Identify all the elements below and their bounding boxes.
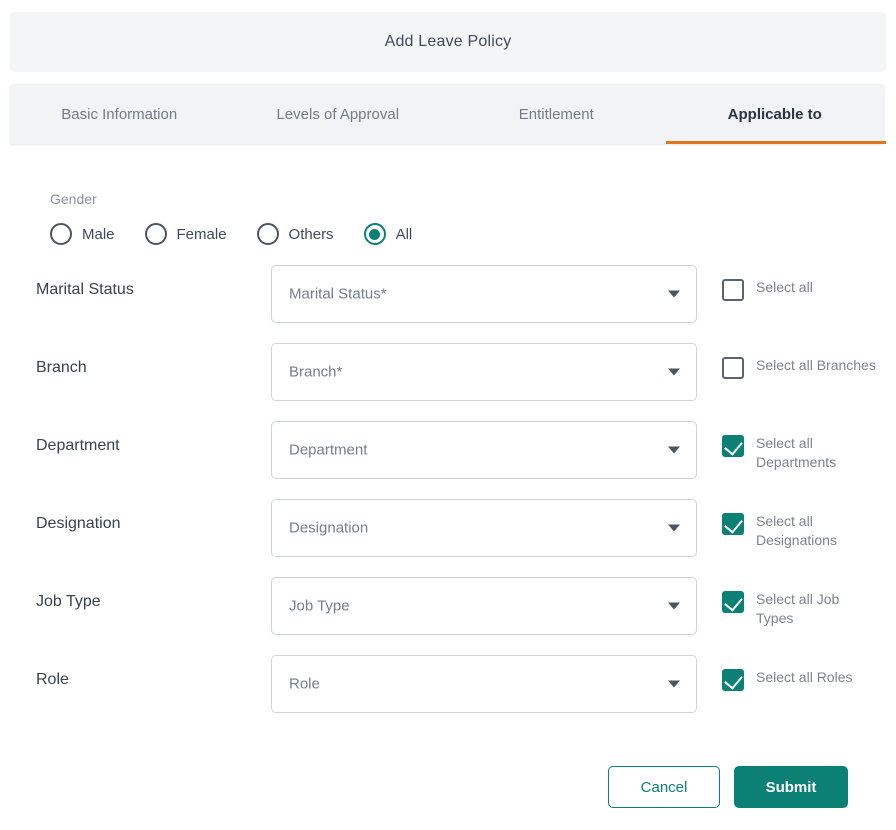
radio-dot-icon [150, 229, 161, 240]
add-leave-policy-dialog: { "header": { "title": "Add Leave Policy… [0, 0, 896, 830]
select-placeholder-designation: Designation [289, 519, 369, 537]
select-all-toggle-marital-status[interactable]: Select all [722, 278, 887, 301]
gender-radio-group: Male Female Others All [50, 223, 442, 245]
gender-radio-female[interactable]: Female [144, 223, 227, 245]
tab-levels-of-approval[interactable]: Levels of Approval [229, 84, 448, 144]
field-label-role: Role [36, 671, 69, 688]
select-all-toggle-role[interactable]: Select all Roles [722, 668, 887, 691]
select-all-toggle-designation[interactable]: Select all Designations [722, 512, 887, 550]
tab-applicable-to[interactable]: Applicable to [665, 84, 886, 144]
gender-radio-label: Others [288, 225, 334, 243]
tab-label: Applicable to [727, 105, 822, 123]
select-all-label-branch: Select all Branches [756, 357, 876, 373]
tab-label: Entitlement [518, 105, 594, 123]
select-designation[interactable]: Designation [271, 499, 697, 557]
field-label-branch: Branch [36, 359, 87, 376]
cancel-button[interactable]: Cancel [608, 766, 720, 808]
dialog-actions: Cancel Submit [608, 766, 848, 808]
select-job-type[interactable]: Job Type [271, 577, 697, 635]
gender-label: Gender [50, 191, 97, 207]
select-all-label-role: Select all Roles [756, 669, 853, 685]
chevron-down-icon [668, 680, 680, 688]
submit-button[interactable]: Submit [734, 766, 848, 808]
criteria-row-marital-status: Marital Status Marital Status* Select all [0, 264, 896, 342]
select-department[interactable]: Department [271, 421, 697, 479]
select-placeholder-branch: Branch* [289, 363, 343, 381]
criteria-row-job-type: Job Type Job Type Select all Job Types [0, 576, 896, 654]
tab-label: Basic Information [61, 105, 178, 123]
select-all-toggle-branch[interactable]: Select all Branches [722, 356, 887, 379]
checkbox-checked-icon[interactable] [722, 513, 744, 535]
field-label-marital-status: Marital Status [36, 281, 134, 298]
select-all-label-designation: Select all Designations [756, 513, 837, 548]
criteria-row-designation: Designation Designation Select all Designa… [0, 498, 896, 576]
field-label-job-type: Job Type [36, 593, 101, 610]
gender-radio-label: Male [82, 225, 115, 243]
page-title: Add Leave Policy [384, 33, 512, 50]
select-branch[interactable]: Branch* [271, 343, 697, 401]
gender-radio-label: All [395, 225, 413, 243]
criteria-row-branch: Branch Branch* Select all Branches [0, 342, 896, 420]
applicable-to-form: Gender Male Female Others All Marital Statu… [0, 146, 896, 830]
gender-radio-others[interactable]: Others [256, 223, 334, 245]
gender-radio-male[interactable]: Male [50, 223, 115, 245]
dialog-header: Add Leave Policy [10, 12, 886, 72]
radio-dot-icon [56, 229, 67, 240]
field-label-designation: Designation [36, 515, 121, 532]
gender-radio-label: Female [176, 225, 227, 243]
criteria-row-department: Department Department Select all Departmen… [0, 420, 896, 498]
radio-dot-icon [369, 228, 381, 240]
criteria-row-role: Role Role Select all Roles [0, 654, 896, 732]
chevron-down-icon [668, 524, 680, 532]
field-label-department: Department [36, 437, 120, 454]
chevron-down-icon [668, 602, 680, 610]
tab-label: Levels of Approval [276, 105, 400, 123]
select-all-label-job-type: Select all Job Types [756, 591, 840, 626]
checkbox-unchecked-icon[interactable] [722, 357, 744, 379]
checkbox-unchecked-icon[interactable] [722, 279, 744, 301]
checkbox-checked-icon[interactable] [722, 435, 744, 457]
radio-circle-icon [50, 223, 72, 245]
select-all-label-department: Select all Departments [756, 435, 837, 470]
checkbox-checked-icon[interactable] [722, 591, 744, 613]
radio-dot-icon [262, 229, 273, 240]
tab-entitlement[interactable]: Entitlement [447, 84, 666, 144]
chevron-down-icon [668, 446, 680, 454]
criteria-rows: Marital Status Marital Status* Select all B… [0, 264, 896, 732]
radio-circle-icon [144, 223, 167, 245]
checkbox-checked-icon[interactable] [722, 669, 744, 691]
tab-bar: Basic Information Levels of Approval Entit… [10, 84, 886, 144]
chevron-down-icon [668, 368, 680, 376]
select-marital-status[interactable]: Marital Status* [271, 265, 697, 323]
select-role[interactable]: Role [271, 655, 697, 713]
select-all-toggle-department[interactable]: Select all Departments [722, 434, 887, 472]
tab-basic-information[interactable]: Basic Information [10, 84, 229, 144]
radio-circle-icon [363, 223, 386, 245]
select-all-toggle-job-type[interactable]: Select all Job Types [722, 590, 887, 628]
select-all-label-marital-status: Select all [756, 279, 813, 295]
chevron-down-icon [668, 290, 680, 298]
gender-radio-all[interactable]: All [363, 223, 413, 245]
gender-field-group: Gender Male Female Others All [50, 191, 442, 245]
select-placeholder-department: Department [289, 441, 368, 459]
select-placeholder-job-type: Job Type [289, 597, 350, 615]
select-placeholder-role: Role [289, 675, 320, 693]
select-placeholder-marital-status: Marital Status* [289, 285, 387, 303]
radio-circle-icon [256, 223, 279, 245]
